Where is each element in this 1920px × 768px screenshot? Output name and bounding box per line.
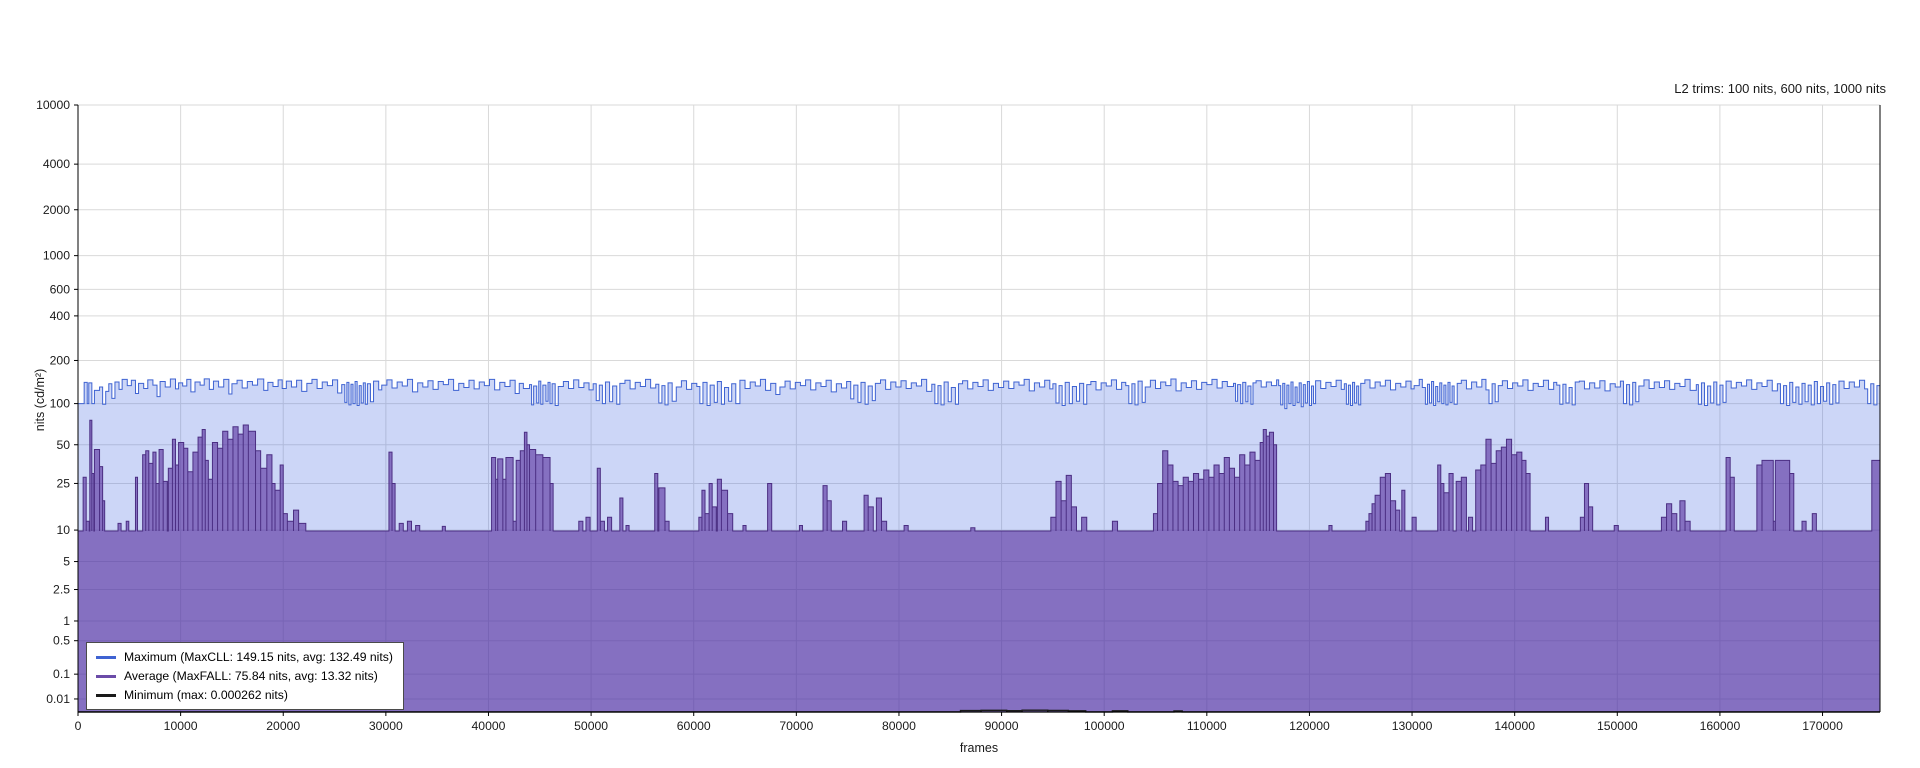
legend: Maximum (MaxCLL: 149.15 nits, avg: 132.4… [86,642,404,710]
x-tick-label: 20000 [266,719,300,733]
l2-trims-annotation: L2 trims: 100 nits, 600 nits, 1000 nits [1674,81,1886,96]
y-tick-label: 1000 [43,249,70,263]
y-tick-label: 0.01 [46,692,70,706]
average-line-swatch [96,674,116,678]
legend-label-maximum: Maximum (MaxCLL: 149.15 nits, avg: 132.4… [124,650,393,664]
x-tick-label: 150000 [1597,719,1638,733]
legend-label-minimum: Minimum (max: 0.000262 nits) [124,688,288,702]
y-tick-label: 10000 [36,98,70,112]
x-tick-label: 30000 [369,719,403,733]
y-tick-label: 200 [50,353,71,367]
legend-label-average: Average (MaxFALL: 75.84 nits, avg: 13.32… [124,669,378,683]
y-tick-label: 600 [50,282,71,296]
y-tick-label: 25 [56,476,70,490]
y-tick-label: 0.5 [53,634,70,648]
x-tick-label: 120000 [1289,719,1330,733]
x-tick-label: 60000 [677,719,711,733]
y-tick-label: 5 [63,555,70,569]
x-tick-label: 10000 [164,719,198,733]
maximum-line-swatch [96,655,116,659]
y-tick-label: 0.1 [53,667,70,681]
x-tick-label: 110000 [1187,719,1227,733]
y-tick-label: 1 [63,614,70,628]
x-tick-label: 70000 [779,719,813,733]
y-tick-label: 50 [56,438,70,452]
x-tick-label: 100000 [1084,719,1125,733]
x-axis-label: frames [959,741,999,755]
x-tick-label: 130000 [1392,719,1433,733]
y-tick-label: 2000 [43,203,70,217]
x-tick-label: 80000 [882,719,916,733]
x-tick-label: 170000 [1802,719,1843,733]
y-tick-label: 2.5 [53,583,70,597]
x-tick-label: 90000 [985,719,1019,733]
x-tick-label: 40000 [472,719,506,733]
y-axis-label: nits (cd/m²) [33,368,47,432]
legend-item-maximum: Maximum (MaxCLL: 149.15 nits, avg: 132.4… [96,649,393,665]
x-tick-label: 50000 [574,719,608,733]
legend-item-average: Average (MaxFALL: 75.84 nits, avg: 13.32… [96,668,393,684]
legend-item-minimum: Minimum (max: 0.000262 nits) [96,687,393,703]
x-tick-label: 0 [75,719,82,733]
y-tick-label: 4000 [43,157,70,171]
luminance-chart: 0 10000 20000 30000 40000 50000 60000 70000 8000… [0,0,1920,768]
y-tick-label: 10 [56,523,70,537]
y-tick-label: 400 [50,309,71,323]
minimum-line-swatch [96,693,116,697]
y-tick-label: 100 [50,397,71,411]
x-tick-label: 160000 [1700,719,1741,733]
x-tick-label: 140000 [1494,719,1535,733]
